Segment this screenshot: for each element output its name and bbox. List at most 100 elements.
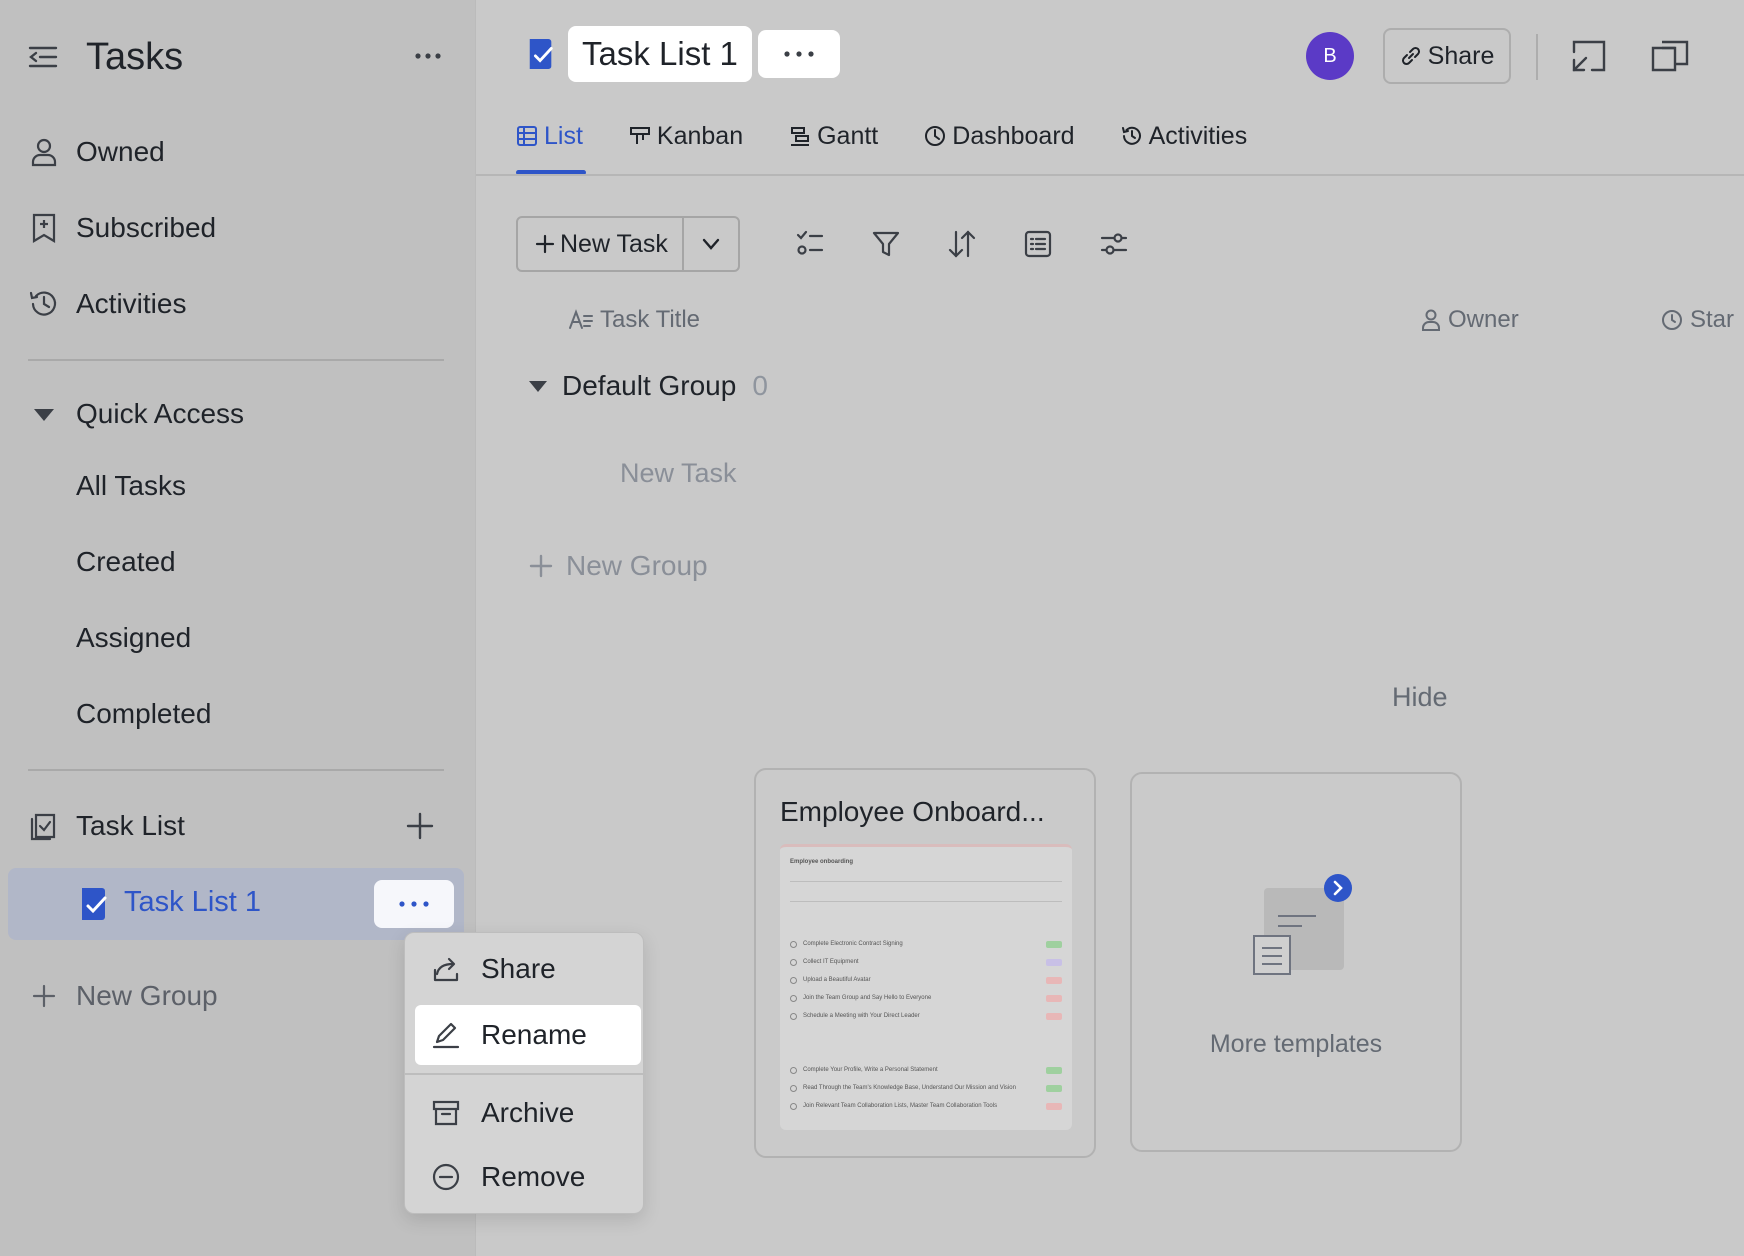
new-task-button[interactable]: New Task [518,218,684,270]
sidebar-item-all-tasks[interactable]: All Tasks [76,464,186,508]
tab-gantt[interactable]: Gantt [789,116,878,156]
plus-icon [28,980,60,1012]
tab-kanban[interactable]: Kanban [629,116,743,156]
new-task-dropdown[interactable] [684,218,738,270]
add-task-list-icon[interactable] [404,810,436,842]
tab-activities[interactable]: Activities [1121,116,1248,156]
menu-item-archive[interactable]: Archive [415,1083,641,1143]
menu-item-share[interactable]: Share [415,939,641,999]
tab-label: Dashboard [952,121,1075,150]
avatar[interactable]: B [1306,32,1354,80]
preview-header-text: Employee onboarding [790,859,854,865]
tab-label: Activities [1148,121,1248,150]
collapse-window-icon[interactable] [1568,38,1608,74]
sidebar-item-assigned[interactable]: Assigned [76,616,191,660]
sort-icon[interactable] [946,228,978,260]
preview-row: Schedule a Meeting with Your Direct Lead… [790,1011,1062,1021]
menu-item-rename[interactable]: Rename [415,1005,641,1065]
dashboard-icon [925,126,946,146]
task-list-section: Task List [28,802,185,850]
hide-templates-link[interactable]: Hide [1392,682,1448,713]
history-icon [28,288,60,320]
bookmark-icon [28,212,60,244]
group-count: 0 [752,370,768,401]
menu-item-label: Rename [481,1019,587,1050]
settings-icon[interactable] [1098,228,1130,260]
sidebar-item-subscribed[interactable]: Subscribed [28,204,216,252]
column-header-start[interactable]: Star [1660,306,1734,334]
collapse-sidebar-icon[interactable] [28,42,58,72]
new-task-split-button: New Task [516,216,740,272]
preview-row: Complete Electronic Contract Signing [790,939,1062,949]
pencil-icon [431,1020,461,1050]
sidebar-item-owned[interactable]: Owned [28,128,165,176]
preview-row: Join the Team Group and Say Hello to Eve… [790,993,1062,1003]
column-label: Task Title [600,306,701,333]
menu-divider [405,1073,645,1075]
tab-label: Kanban [656,121,744,150]
new-group-button[interactable]: New Group [528,550,708,582]
task-list-section-label: Task List [76,810,185,841]
table-icon [517,126,537,146]
tab-list[interactable]: List [516,116,583,156]
sidebar-item-label: Subscribed [76,212,217,243]
group-name: Default Group [562,370,737,401]
sidebar-divider [28,769,444,771]
kanban-icon [629,127,650,144]
link-icon [1401,46,1420,66]
task-list-badge-icon [526,36,556,72]
sidebar-item-label: Owned [76,136,165,167]
chevron-down-icon [702,238,720,250]
main-panel: Task List 1 B Share List Kanban Gantt Da… [476,0,1744,1256]
preview-divider [790,901,1062,902]
menu-item-label: Remove [481,1161,586,1192]
gantt-icon [791,127,810,146]
title-more-button[interactable] [758,30,840,78]
menu-item-label: Archive [481,1097,575,1128]
group-header[interactable]: Default Group 0 [526,370,768,402]
list-more-button[interactable] [374,880,454,928]
share-button[interactable]: Share [1383,28,1511,84]
sidebar-title: Tasks [86,35,184,78]
filter-icon[interactable] [870,228,902,260]
column-header-owner[interactable]: Owner [1420,306,1519,334]
new-window-icon[interactable] [1650,38,1690,74]
app-window: Tasks Owned Subscribed Activities Quick … [0,0,1744,1256]
page-title[interactable]: Task List 1 [568,26,752,82]
sidebar-item-created[interactable]: Created [76,540,176,584]
menu-item-label: Share [481,953,556,984]
person-icon [28,136,60,168]
caret-down-icon [529,381,547,392]
template-preview: Employee onboarding Complete Electronic … [780,844,1072,1130]
sidebar-item-completed[interactable]: Completed [76,692,211,736]
group-icon[interactable] [1022,228,1054,260]
column-label: Owner [1448,306,1519,333]
sidebar-more-icon[interactable] [408,40,448,72]
sidebar-header: Tasks [28,32,448,82]
new-group-label: New Group [76,980,218,1011]
person-icon [1422,309,1440,331]
preview-header: Employee onboarding [790,857,1062,867]
list-context-menu: Share Rename Archive Remove [404,932,645,1214]
template-title: Employee Onboard... [780,796,1045,827]
preview-row: Join Relevant Team Collaboration Lists, … [790,1101,1062,1111]
quick-access-label: Quick Access [76,398,245,429]
sidebar-item-task-list-1[interactable]: Task List 1 [8,868,464,940]
task-list-badge-icon [78,886,110,922]
checklist-icon[interactable] [794,228,826,260]
tabs-divider [476,174,1744,176]
column-header-title[interactable]: Task Title [568,306,700,334]
quick-access-toggle[interactable]: Quick Access [28,390,244,438]
inline-new-task[interactable]: New Task [620,458,737,489]
sidebar-new-group[interactable]: New Group [28,972,218,1020]
history-icon [1121,126,1141,145]
template-card[interactable]: Employee Onboard... Employee onboarding … [754,768,1096,1158]
sidebar-item-activities[interactable]: Activities [28,280,186,328]
tab-dashboard[interactable]: Dashboard [924,116,1075,156]
header-divider [1536,34,1538,80]
more-templates-card[interactable]: More templates [1130,772,1462,1152]
plus-icon [535,234,555,254]
menu-item-remove[interactable]: Remove [415,1147,641,1207]
templates-illustration-icon [1250,874,1360,984]
plus-icon [529,554,553,578]
